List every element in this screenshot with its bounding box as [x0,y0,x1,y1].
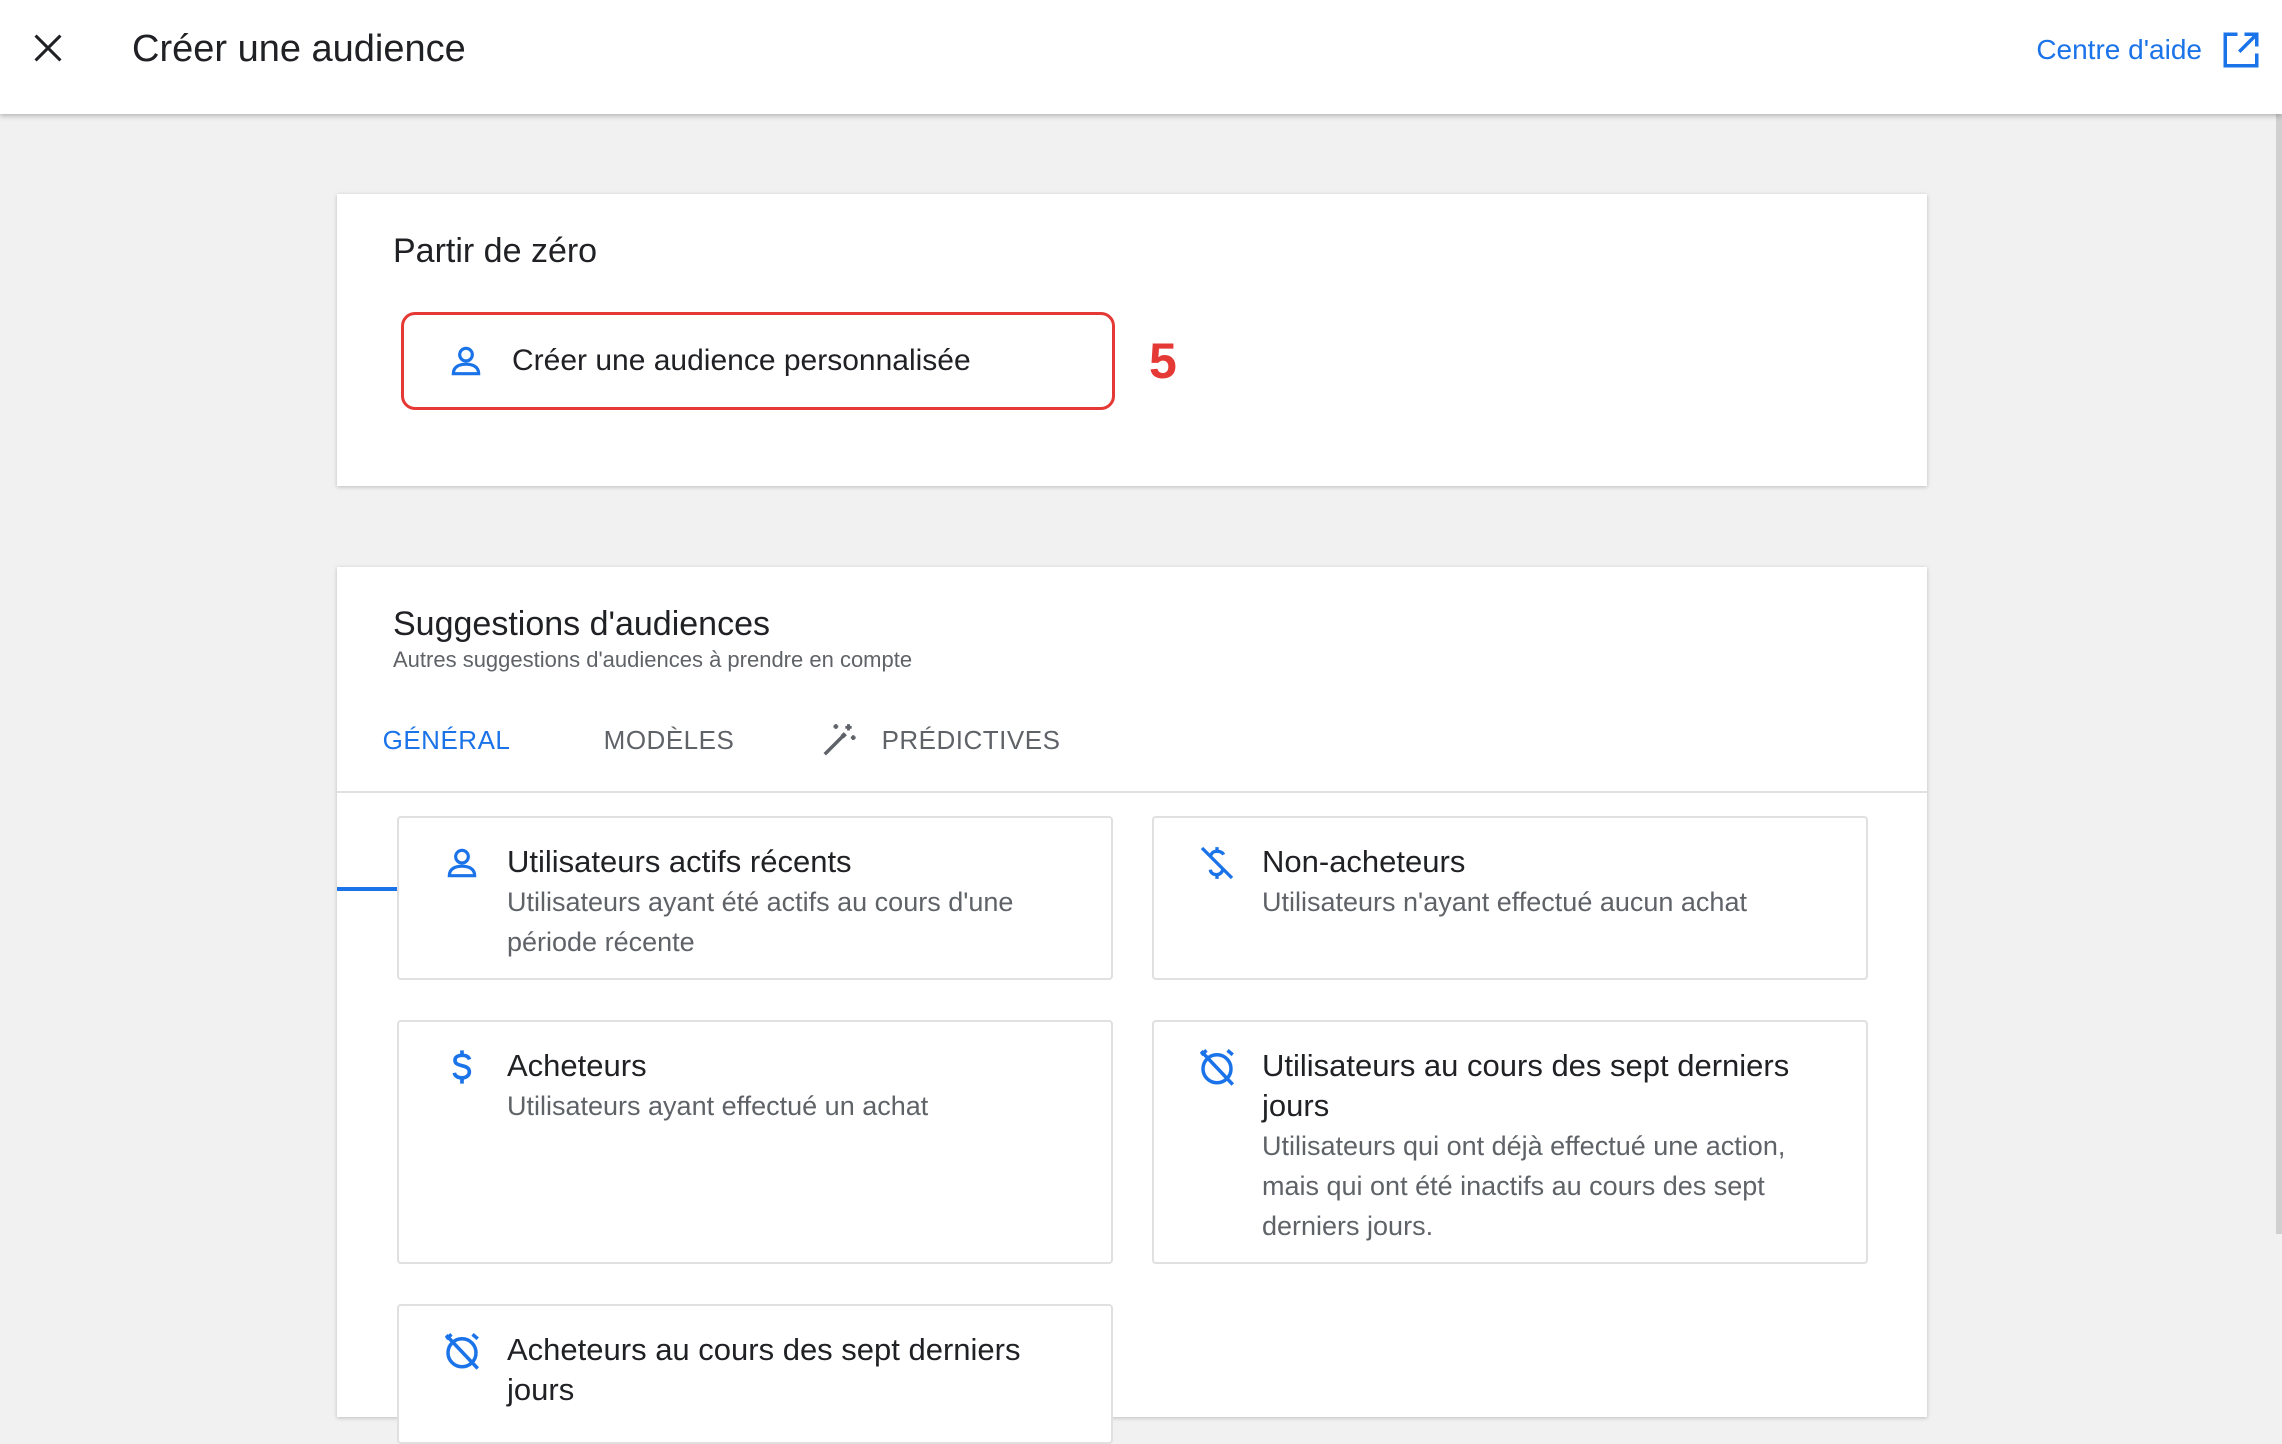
close-button[interactable] [22,22,74,74]
tab-templates[interactable]: MODÈLES [556,687,782,793]
suggestion-users-last-seven-days[interactable]: Utilisateurs au cours des sept derniers … [1152,1020,1868,1264]
person-icon [446,342,486,380]
tab-predictive[interactable]: PRÉDICTIVES [797,687,1083,793]
start-from-scratch-card: Partir de zéro Créer une audience person… [337,194,1927,486]
create-custom-audience-label: Créer une audience personnalisée [512,344,971,377]
suggestion-non-purchasers[interactable]: Non-acheteurs Utilisateurs n'ayant effec… [1152,816,1868,980]
suggestion-description: Utilisateurs ayant effectué un achat [507,1091,929,1121]
help-center-label: Centre d'aide [2036,34,2202,65]
suggestion-description: Utilisateurs ayant été actifs au cours d… [507,887,1014,957]
help-center-link[interactable]: Centre d'aide [2036,28,2262,72]
suggestion-title: Acheteurs au cours des sept derniers jou… [507,1332,1021,1407]
suggestions-subtitle: Autres suggestions d'audiences à prendre… [393,647,913,672]
scrollbar[interactable] [2276,114,2282,1234]
create-custom-audience-button[interactable]: Créer une audience personnalisée [401,312,1115,410]
money-off-icon [1196,842,1238,884]
suggestion-recent-active-users[interactable]: Utilisateurs actifs récents Utilisateurs… [397,816,1113,980]
suggestion-description: Utilisateurs n'ayant effectué aucun acha… [1262,887,1747,917]
step-number-annotation: 5 [1149,333,1177,389]
person-icon [441,842,483,884]
suggestion-purchasers[interactable]: Acheteurs Utilisateurs ayant effectué un… [397,1020,1113,1264]
alarm-off-icon [1196,1046,1238,1088]
tab-general[interactable]: GÉNÉRAL [337,687,556,793]
suggestion-description: Utilisateurs qui ont déjà effectué une a… [1262,1131,1786,1241]
suggestion-purchasers-last-seven-days[interactable]: Acheteurs au cours des sept derniers jou… [397,1304,1113,1444]
suggestion-title: Utilisateurs au cours des sept derniers … [1262,1048,1790,1123]
suggestion-title: Acheteurs [507,1048,647,1083]
top-bar: Créer une audience Centre d'aide [0,0,2282,114]
tab-predictive-label: PRÉDICTIVES [881,724,1061,755]
suggestions-title: Suggestions d'audiences [393,605,770,643]
alarm-off-icon [441,1330,483,1372]
suggestion-title: Utilisateurs actifs récents [507,844,852,879]
open-in-new-icon [2223,32,2259,68]
page-title: Créer une audience [132,28,466,70]
suggestion-tabs: GÉNÉRAL MODÈLES PRÉDICTIVES [337,687,1927,891]
dollar-icon [441,1046,483,1088]
magic-wand-icon [820,721,858,759]
start-section-title: Partir de zéro [393,232,598,270]
suggestion-title: Non-acheteurs [1262,844,1466,879]
audience-suggestions-card: Suggestions d'audiences Autres suggestio… [337,567,1927,1444]
close-icon [34,34,62,62]
